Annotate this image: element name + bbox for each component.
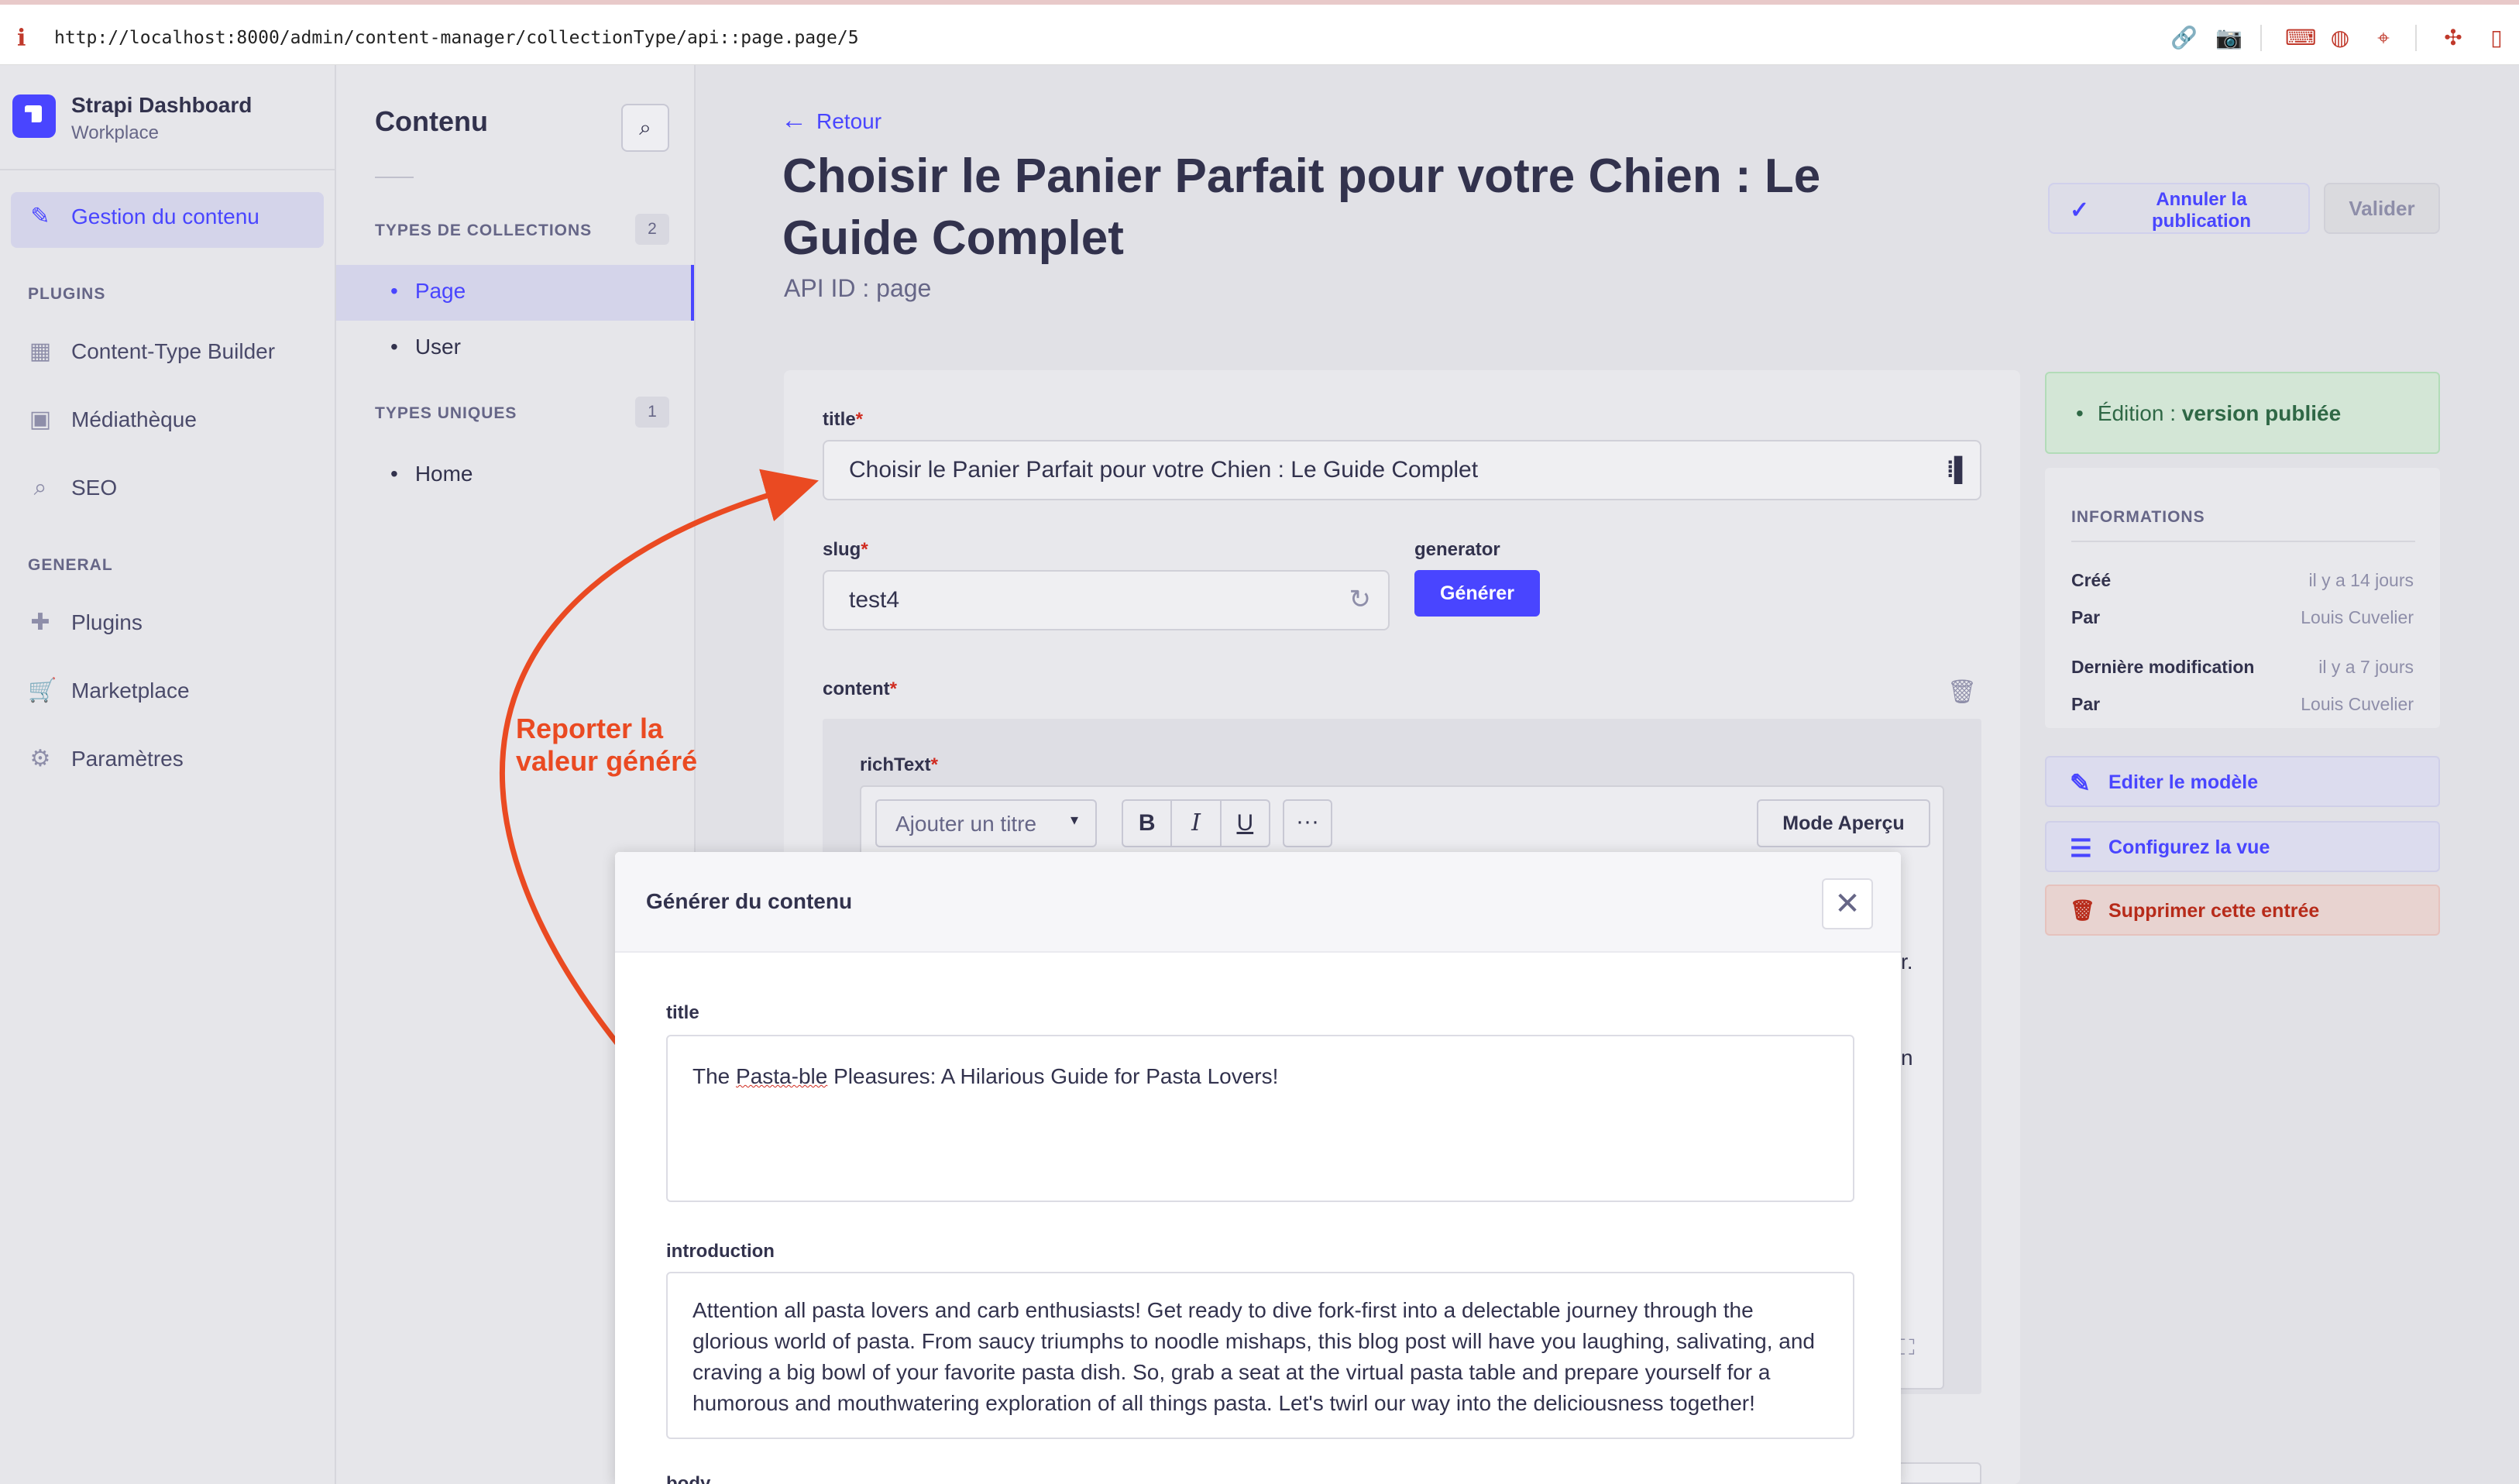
title-text-misspelled: Pasta-ble xyxy=(736,1064,828,1088)
title-text-part: Pleasures: A Hilarious Guide for Pasta L… xyxy=(827,1064,1279,1088)
close-icon: ✕ xyxy=(1834,887,1861,921)
generate-content-modal: Générer du contenu ✕ title The Pasta-ble… xyxy=(615,852,1901,1484)
modal-title-textarea[interactable]: The Pasta-ble Pleasures: A Hilarious Gui… xyxy=(666,1035,1854,1202)
title-text-part: The xyxy=(692,1064,737,1088)
modal-introduction-textarea[interactable]: Attention all pasta lovers and carb enth… xyxy=(666,1272,1854,1439)
modal-next-label: body xyxy=(666,1473,711,1484)
modal-title-label: title xyxy=(666,1002,699,1023)
modal-introduction-label: introduction xyxy=(666,1241,775,1262)
modal-title: Générer du contenu xyxy=(646,889,853,913)
close-button[interactable]: ✕ xyxy=(1822,878,1873,929)
